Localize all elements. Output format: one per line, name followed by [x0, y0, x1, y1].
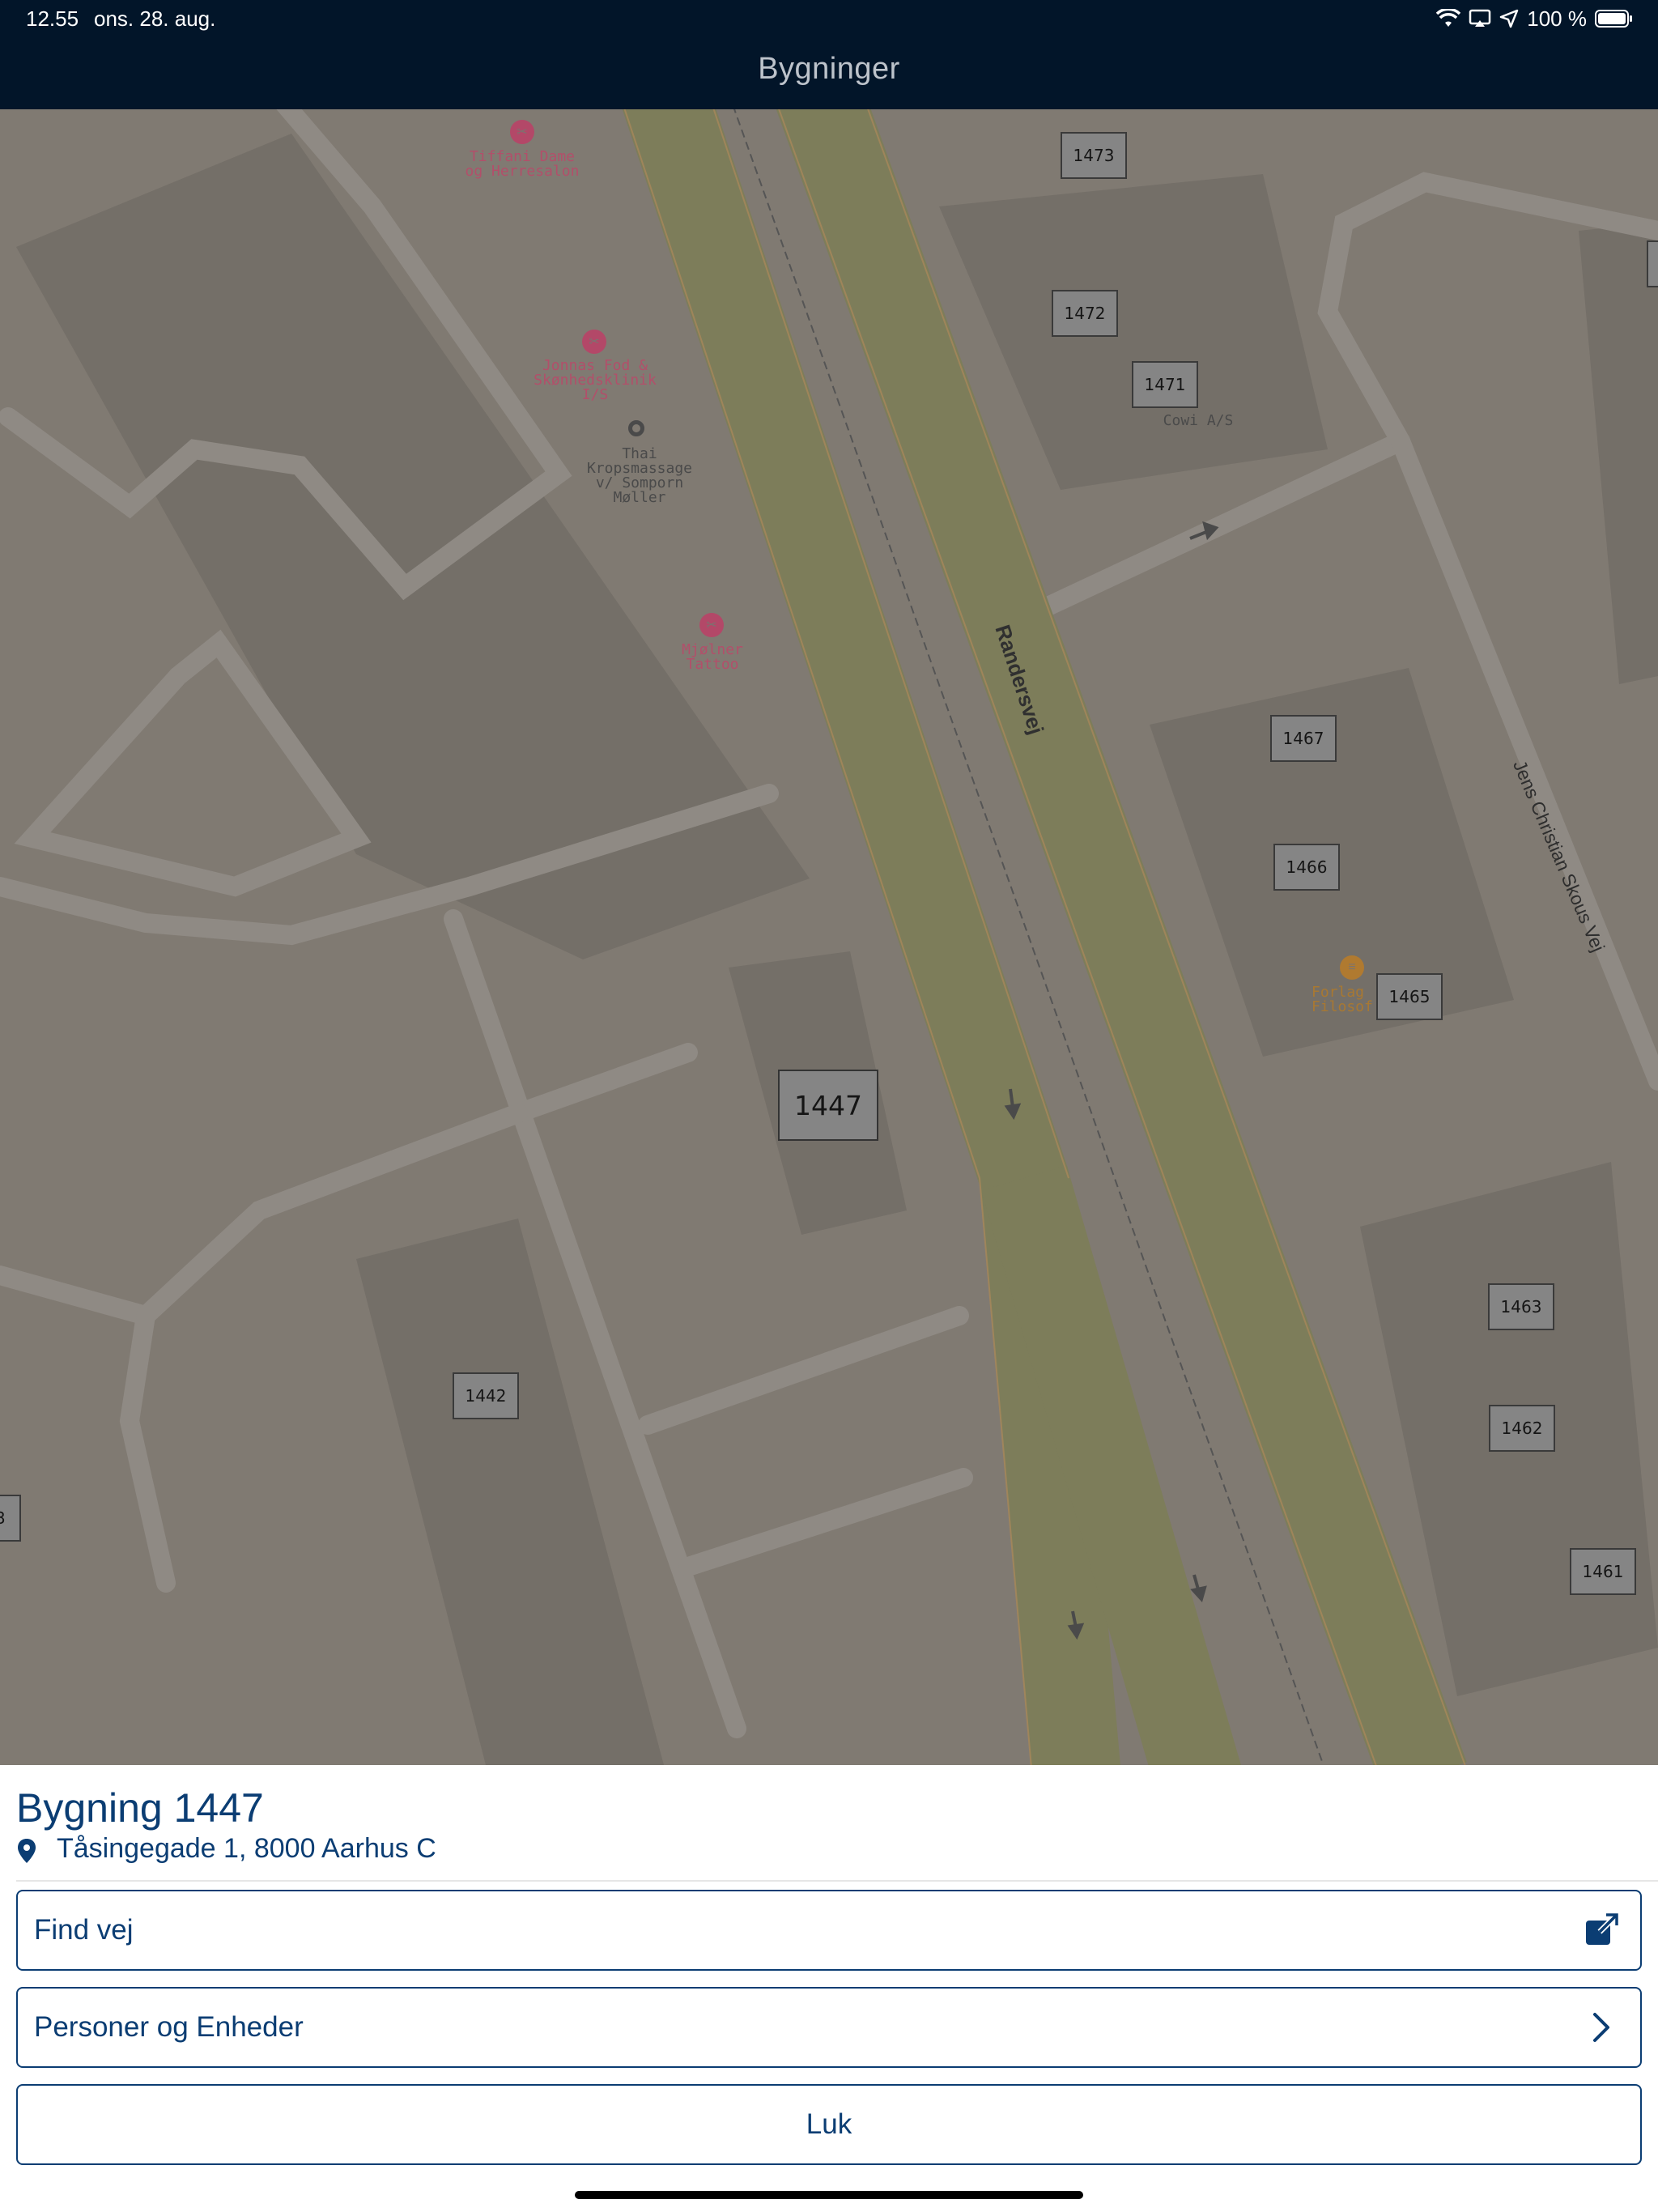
luk-button[interactable]: Luk — [16, 2084, 1642, 2165]
building-detail-sheet: Bygning 1447 Tåsingegade 1, 8000 Aarhus … — [0, 1765, 1658, 2212]
building-title: Bygning 1447 — [16, 1785, 264, 1831]
map-view[interactable]: Randersvej Jens Christian Skous Vej ✂ Ti… — [0, 109, 1658, 1765]
location-pin-icon — [18, 1839, 36, 1863]
building-marker[interactable]: 1465 — [1376, 973, 1443, 1020]
poi-cowi[interactable]: Cowi A/S — [1150, 414, 1247, 428]
status-indicators: 100 % — [1436, 5, 1634, 32]
status-date: ons. 28. aug. — [94, 6, 216, 31]
building-marker[interactable]: 1467 — [1270, 715, 1337, 762]
poi-label-line: Tattoo — [686, 656, 739, 673]
poi-label-line: Cowi A/S — [1163, 412, 1234, 429]
building-marker[interactable]: 1461 — [1570, 1548, 1636, 1595]
top-bar: 12.55 ons. 28. aug. 100 % Bygninger — [0, 0, 1658, 109]
map-roads — [0, 109, 1658, 1765]
building-marker[interactable]: 1466 — [1273, 844, 1340, 891]
building-marker[interactable]: 1471 — [1132, 361, 1198, 408]
find-vej-button[interactable]: Find vej — [16, 1890, 1642, 1971]
chevron-right-icon — [1593, 2013, 1609, 2042]
massage-icon[interactable] — [628, 420, 644, 436]
find-vej-label: Find vej — [34, 1914, 134, 1946]
tattoo-icon[interactable]: ✂ — [699, 613, 724, 637]
building-address: Tåsingegade 1, 8000 Aarhus C — [57, 1833, 436, 1864]
poi-jonnas[interactable]: Jonnas Fod & Skønhedsklinik I/S — [518, 359, 672, 402]
screen-mirroring-icon — [1469, 9, 1491, 27]
building-marker[interactable]: 1442 — [453, 1372, 519, 1419]
external-link-icon — [1586, 1913, 1618, 1945]
battery-percent: 100 % — [1527, 6, 1587, 31]
building-marker[interactable]: 1462 — [1489, 1405, 1555, 1452]
page-title: Bygninger — [758, 52, 900, 86]
poi-tiffani[interactable]: Tiffani Dame og Herresalon — [453, 150, 591, 179]
building-marker[interactable]: 1473 — [1061, 132, 1127, 179]
building-marker-selected[interactable]: 1447 — [778, 1070, 878, 1141]
building-marker[interactable]: 1463 — [1488, 1283, 1554, 1330]
luk-label: Luk — [806, 2108, 852, 2140]
personer-og-enheder-label: Personer og Enheder — [34, 2011, 304, 2043]
beauty-icon[interactable]: ✂ — [582, 330, 606, 354]
building-marker-edge[interactable] — [1647, 240, 1658, 287]
poi-mjolner[interactable]: Mjølner Tattoo — [656, 643, 769, 672]
building-marker[interactable]: 1472 — [1052, 290, 1118, 337]
personer-og-enheder-button[interactable]: Personer og Enheder — [16, 1987, 1642, 2068]
wifi-icon — [1436, 9, 1461, 27]
poi-label-line: og Herresalon — [465, 163, 580, 180]
poi-label-line: I/S — [581, 386, 609, 403]
publisher-icon[interactable]: ≡ — [1340, 955, 1364, 980]
home-indicator[interactable] — [575, 2191, 1083, 2199]
building-marker[interactable]: 3 — [0, 1495, 21, 1542]
salon-icon[interactable]: ✂ — [510, 120, 534, 144]
divider — [16, 1880, 1658, 1882]
poi-thai[interactable]: Thai Kropsmassage v/ Somporn Møller — [567, 447, 712, 505]
battery-icon — [1595, 10, 1632, 28]
status-time: 12.55 — [26, 6, 79, 31]
location-arrow-icon — [1500, 9, 1519, 28]
poi-label-line: Møller — [613, 489, 666, 506]
